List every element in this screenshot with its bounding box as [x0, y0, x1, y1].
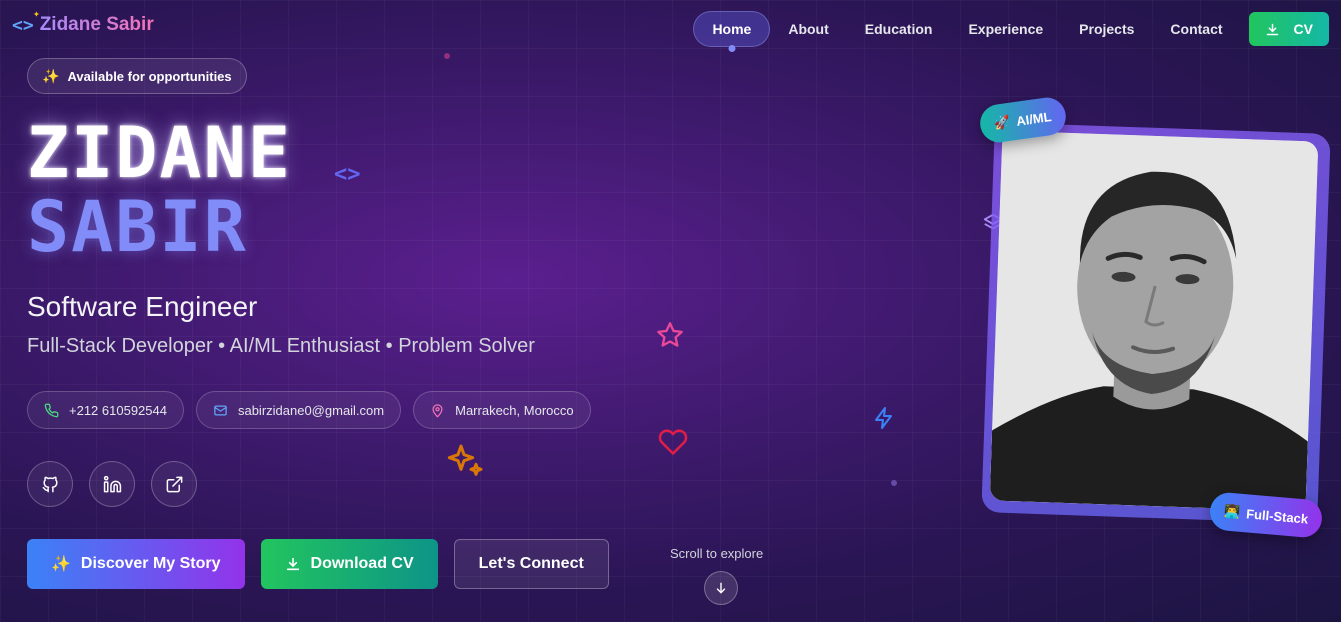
nav-experience[interactable]: Experience — [950, 12, 1061, 46]
code-brackets-deco-icon: <> — [334, 162, 361, 187]
lets-connect-button[interactable]: Let's Connect — [453, 539, 609, 589]
rocket-icon: 🚀 — [993, 113, 1012, 131]
download-label: Download CV — [310, 555, 414, 572]
decorative-dot — [444, 53, 450, 59]
portrait-illustration — [989, 130, 1319, 512]
sparkle-icon: ✨ — [42, 67, 60, 84]
nav-cv-button[interactable]: CV — [1248, 12, 1329, 46]
phone-text: +212 610592544 — [69, 402, 167, 418]
download-icon — [286, 557, 299, 571]
download-cv-button[interactable]: Download CV — [260, 539, 438, 589]
availability-badge: ✨ Available for opportunities — [27, 58, 247, 94]
heart-outline-icon — [658, 429, 688, 455]
sparkle-icon: ✨ — [51, 556, 71, 573]
star-outline-icon — [657, 322, 683, 347]
scroll-label: Scroll to explore — [670, 546, 764, 561]
first-name-heading: ZIDANE — [27, 112, 292, 194]
map-pin-icon — [432, 403, 443, 417]
location-text: Marrakech, Morocco — [455, 402, 574, 418]
decorative-dot — [891, 480, 897, 486]
contact-chips: +212 610592544 sabirzidane0@gmail.com Ma… — [27, 391, 591, 429]
phone-chip[interactable]: +212 610592544 — [27, 391, 184, 429]
role-title: Software Engineer — [27, 291, 258, 322]
external-link[interactable] — [151, 461, 197, 507]
discover-story-button[interactable]: ✨ Discover My Story — [27, 539, 245, 589]
nav-about[interactable]: About — [770, 12, 846, 46]
email-text: sabirzidane0@gmail.com — [237, 402, 385, 418]
connect-label: Let's Connect — [478, 555, 584, 572]
last-name-heading: SABIR — [27, 186, 248, 268]
ai-ml-tag-label: AI/ML — [1015, 108, 1053, 129]
github-link[interactable] — [27, 461, 73, 507]
nav-projects[interactable]: Projects — [1061, 12, 1152, 46]
download-icon — [1266, 23, 1278, 35]
nav-home[interactable]: Home — [693, 11, 771, 47]
cta-group: ✨ Discover My Story Download CV Let's Co… — [27, 539, 609, 589]
discover-label: Discover My Story — [80, 555, 221, 572]
code-brackets-icon: <> ✦ — [12, 6, 40, 36]
full-stack-tag-label: Full-Stack — [1245, 505, 1309, 527]
main-nav: Home About Education Experience Projects… — [693, 11, 1329, 47]
developer-icon: 👨‍💻 — [1223, 503, 1241, 520]
github-icon — [42, 476, 58, 492]
nav-education[interactable]: Education — [847, 12, 951, 46]
linkedin-icon — [103, 475, 121, 492]
nav-contact[interactable]: Contact — [1152, 12, 1240, 46]
availability-text: Available for opportunities — [67, 68, 232, 84]
location-chip[interactable]: Marrakech, Morocco — [413, 391, 591, 429]
arrow-down-icon — [716, 582, 726, 594]
sparkles-icon — [447, 444, 483, 476]
phone-icon — [44, 403, 59, 417]
tagline: Full-Stack Developer • AI/ML Enthusiast … — [27, 335, 535, 357]
email-chip[interactable]: sabirzidane0@gmail.com — [195, 391, 402, 429]
mail-icon — [214, 405, 227, 415]
scroll-down-button[interactable] — [704, 571, 738, 605]
external-link-icon — [166, 476, 182, 492]
lightning-icon — [875, 407, 892, 429]
site-logo[interactable]: <> ✦ Zidane Sabir — [12, 6, 154, 36]
logo-text: Zidane Sabir — [39, 14, 154, 35]
cv-label: CV — [1293, 21, 1313, 37]
profile-photo — [989, 130, 1319, 512]
social-links — [27, 461, 197, 507]
linkedin-link[interactable] — [89, 461, 135, 507]
